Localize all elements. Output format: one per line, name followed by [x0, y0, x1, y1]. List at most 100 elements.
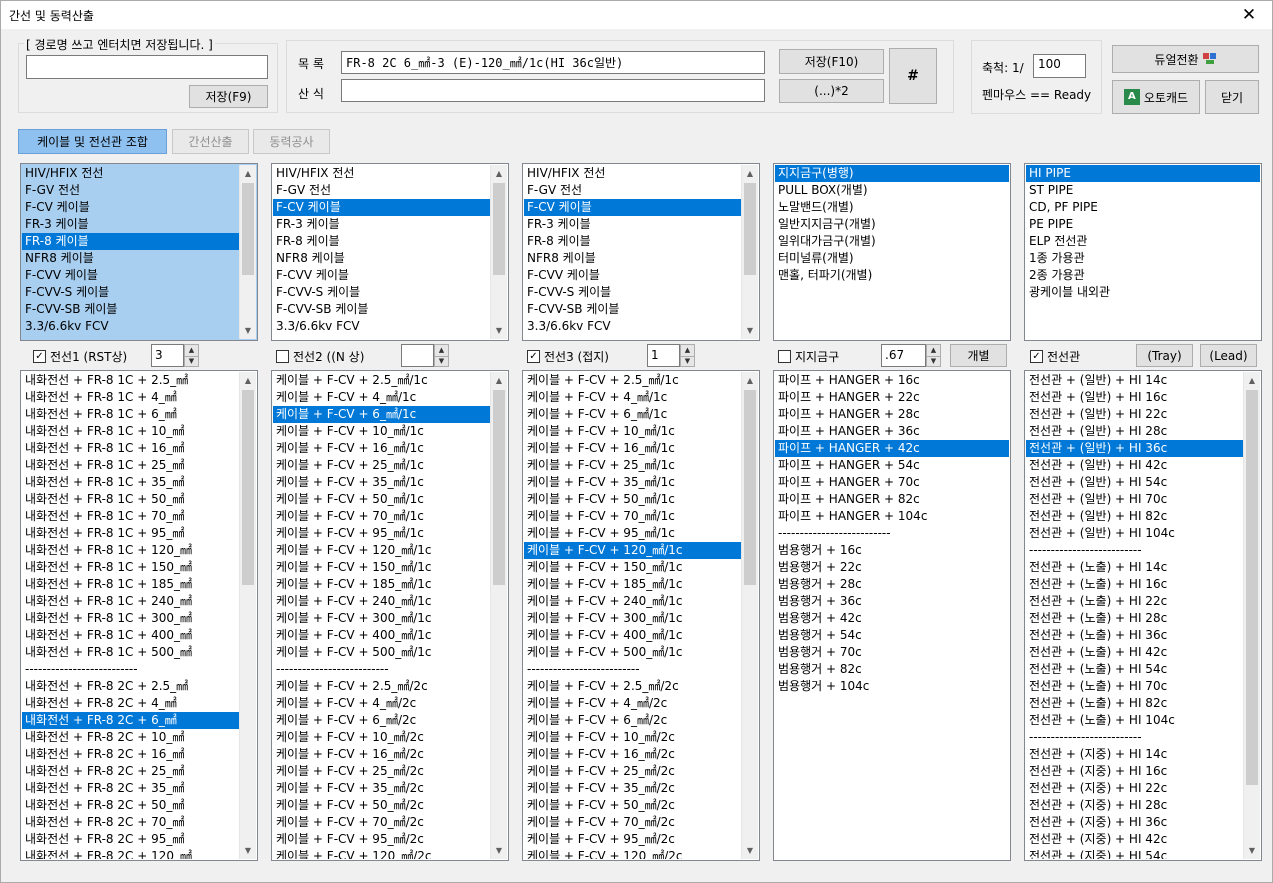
- scroll-down-icon[interactable]: ▼: [240, 842, 256, 859]
- scroll-thumb[interactable]: [493, 183, 505, 275]
- conduit-detail-list[interactable]: 전선관 + (일반) + HI 14c 전선관 + (일반) + HI 16c 전선…: [1024, 370, 1262, 861]
- cable-type-list-3[interactable]: HIV/HFIX 전선 F-GV 전선 F-CV 케이블 FR-3 케이블 FR-8 케…: [522, 163, 760, 341]
- list-item[interactable]: 전선관 + (지중) + HI 16c: [1026, 763, 1243, 780]
- list-item[interactable]: 전선관 + (일반) + HI 28c: [1026, 423, 1243, 440]
- list-item[interactable]: 케이블 + F-CV + 500_㎟/1c: [273, 644, 490, 661]
- list-item[interactable]: 케이블 + F-CV + 400_㎟/1c: [524, 627, 741, 644]
- list-item[interactable]: 범용행거 + 42c: [775, 610, 1009, 627]
- list-item[interactable]: 내화전선 + FR-8 2C + 95_㎟: [22, 831, 239, 848]
- scrollbar[interactable]: ▲ ▼: [490, 372, 507, 859]
- list-item[interactable]: 케이블 + F-CV + 10_㎟/1c: [524, 423, 741, 440]
- list-item[interactable]: --------------------------: [1026, 729, 1243, 746]
- list-item[interactable]: 범용행거 + 16c: [775, 542, 1009, 559]
- list-item[interactable]: 전선관 + (일반) + HI 36c: [1026, 440, 1243, 457]
- list-item[interactable]: 내화전선 + FR-8 2C + 120_㎟: [22, 848, 239, 859]
- list-item[interactable]: 파이프 + HANGER + 104c: [775, 508, 1009, 525]
- spin-down-icon[interactable]: ▼: [927, 355, 940, 367]
- list-item[interactable]: 케이블 + F-CV + 95_㎟/1c: [273, 525, 490, 542]
- list-item[interactable]: 내화전선 + FR-8 1C + 120_㎟: [22, 542, 239, 559]
- list-item[interactable]: F-CV 케이블: [22, 199, 239, 216]
- list-item[interactable]: 범용행거 + 28c: [775, 576, 1009, 593]
- list-item[interactable]: F-CVV-S 케이블: [22, 284, 239, 301]
- list-item[interactable]: 내화전선 + FR-8 2C + 6_㎟: [22, 712, 239, 729]
- list-item[interactable]: 케이블 + F-CV + 120_㎟/1c: [524, 542, 741, 559]
- list-item[interactable]: --------------------------: [775, 525, 1009, 542]
- wire1-spinner[interactable]: ▲ ▼: [184, 344, 199, 367]
- list-item[interactable]: 전선관 + (노출) + HI 14c: [1026, 559, 1243, 576]
- list-item[interactable]: 케이블 + F-CV + 50_㎟/1c: [524, 491, 741, 508]
- list-item[interactable]: 전선관 + (지중) + HI 36c: [1026, 814, 1243, 831]
- list-item[interactable]: 내화전선 + FR-8 1C + 25_㎟: [22, 457, 239, 474]
- spin-down-icon[interactable]: ▼: [185, 355, 198, 367]
- list-item[interactable]: 케이블 + F-CV + 2.5_㎟/1c: [273, 372, 490, 389]
- list-item[interactable]: 케이블 + F-CV + 2.5_㎟/2c: [273, 678, 490, 695]
- list-item[interactable]: 케이블 + F-CV + 10_㎟/2c: [524, 729, 741, 746]
- list-item[interactable]: F-GV 전선: [22, 182, 239, 199]
- list-item[interactable]: 내화전선 + FR-8 2C + 25_㎟: [22, 763, 239, 780]
- spin-up-icon[interactable]: ▲: [681, 345, 694, 356]
- pipe-type-list[interactable]: HI PIPE ST PIPE CD, PF PIPE PE PIPE ELP 전선관 1…: [1024, 163, 1262, 341]
- list-item[interactable]: 내화전선 + FR-8 1C + 95_㎟: [22, 525, 239, 542]
- list-item[interactable]: 내화전선 + FR-8 1C + 4_㎟: [22, 389, 239, 406]
- list-item[interactable]: 전선관 + (지중) + HI 22c: [1026, 780, 1243, 797]
- list-item[interactable]: 내화전선 + FR-8 2C + 10_㎟: [22, 729, 239, 746]
- close-window-icon[interactable]: ✕: [1234, 3, 1264, 27]
- list-item[interactable]: 내화전선 + FR-8 1C + 6_㎟: [22, 406, 239, 423]
- list-item[interactable]: 범용행거 + 104c: [775, 678, 1009, 695]
- list-item[interactable]: F-CVV-SB 케이블: [273, 301, 490, 318]
- list-item[interactable]: 전선관 + (일반) + HI 104c: [1026, 525, 1243, 542]
- list-item[interactable]: 케이블 + F-CV + 50_㎟/1c: [273, 491, 490, 508]
- cable-type-list-1[interactable]: HIV/HFIX 전선 F-GV 전선 F-CV 케이블 FR-3 케이블 FR-8 케…: [20, 163, 258, 341]
- wire3-count-input[interactable]: 1: [647, 344, 680, 367]
- dual-switch-button[interactable]: 듀얼전환: [1112, 45, 1259, 73]
- list-item[interactable]: 파이프 + HANGER + 54c: [775, 457, 1009, 474]
- list-item[interactable]: 내화전선 + FR-8 1C + 185_㎟: [22, 576, 239, 593]
- support-detail-list[interactable]: 파이프 + HANGER + 16c 파이프 + HANGER + 22c 파이프 …: [773, 370, 1011, 861]
- list-item[interactable]: 내화전선 + FR-8 1C + 35_㎟: [22, 474, 239, 491]
- scroll-down-icon[interactable]: ▼: [240, 322, 256, 339]
- list-item[interactable]: FR-8 케이블: [273, 233, 490, 250]
- scroll-up-icon[interactable]: ▲: [742, 165, 758, 182]
- tab-trunk-calc[interactable]: 간선산출: [172, 129, 249, 154]
- support-spinner[interactable]: ▲ ▼: [926, 344, 941, 367]
- list-item[interactable]: --------------------------: [1026, 542, 1243, 559]
- list-item[interactable]: ST PIPE: [1026, 182, 1260, 199]
- list-field[interactable]: FR-8 2C 6_㎟-3 (E)-120_㎟/1c(HI 36c일반): [341, 51, 765, 74]
- tray-button[interactable]: (Tray): [1136, 344, 1193, 367]
- list-item[interactable]: 일위대가금구(개별): [775, 233, 1009, 250]
- list-item[interactable]: 파이프 + HANGER + 70c: [775, 474, 1009, 491]
- conduit-check-box[interactable]: ✓: [1030, 350, 1043, 363]
- support-type-list[interactable]: 지지금구(병행) PULL BOX(개별) 노말밴드(개별) 일반지지금구(개별) 일위…: [773, 163, 1011, 341]
- list-item[interactable]: 범용행거 + 82c: [775, 661, 1009, 678]
- scroll-down-icon[interactable]: ▼: [1244, 842, 1260, 859]
- conduit-checkbox[interactable]: ✓ 전선관: [1030, 348, 1080, 365]
- scroll-up-icon[interactable]: ▲: [240, 165, 256, 182]
- list-item[interactable]: 내화전선 + FR-8 1C + 500_㎟: [22, 644, 239, 661]
- lead-button[interactable]: (Lead): [1200, 344, 1257, 367]
- scrollbar[interactable]: ▲ ▼: [741, 372, 758, 859]
- list-item[interactable]: 케이블 + F-CV + 50_㎟/2c: [524, 797, 741, 814]
- list-item[interactable]: 내화전선 + FR-8 1C + 10_㎟: [22, 423, 239, 440]
- list-item[interactable]: HIV/HFIX 전선: [22, 165, 239, 182]
- list-item[interactable]: 내화전선 + FR-8 1C + 50_㎟: [22, 491, 239, 508]
- list-item[interactable]: 전선관 + (일반) + HI 54c: [1026, 474, 1243, 491]
- list-item[interactable]: 파이프 + HANGER + 36c: [775, 423, 1009, 440]
- list-item[interactable]: 전선관 + (일반) + HI 22c: [1026, 406, 1243, 423]
- list-item[interactable]: FR-3 케이블: [22, 216, 239, 233]
- list-item[interactable]: 내화전선 + FR-8 1C + 70_㎟: [22, 508, 239, 525]
- list-item[interactable]: 케이블 + F-CV + 35_㎟/2c: [524, 780, 741, 797]
- list-item[interactable]: 전선관 + (지중) + HI 54c: [1026, 848, 1243, 859]
- calc-field[interactable]: [341, 79, 765, 102]
- scroll-thumb[interactable]: [242, 183, 254, 275]
- list-item[interactable]: 3.3/6.6kv FCV: [22, 318, 239, 335]
- list-item[interactable]: 전선관 + (일반) + HI 42c: [1026, 457, 1243, 474]
- scroll-down-icon[interactable]: ▼: [491, 322, 507, 339]
- scroll-up-icon[interactable]: ▲: [491, 165, 507, 182]
- list-item[interactable]: --------------------------: [22, 661, 239, 678]
- list-item[interactable]: 케이블 + F-CV + 120_㎟/1c: [273, 542, 490, 559]
- list-item[interactable]: 노말밴드(개별): [775, 199, 1009, 216]
- scroll-thumb[interactable]: [744, 390, 756, 585]
- list-item[interactable]: F-GV 전선: [524, 182, 741, 199]
- list-item[interactable]: NFR8 케이블: [524, 250, 741, 267]
- list-item[interactable]: 케이블 + F-CV + 185_㎟/1c: [273, 576, 490, 593]
